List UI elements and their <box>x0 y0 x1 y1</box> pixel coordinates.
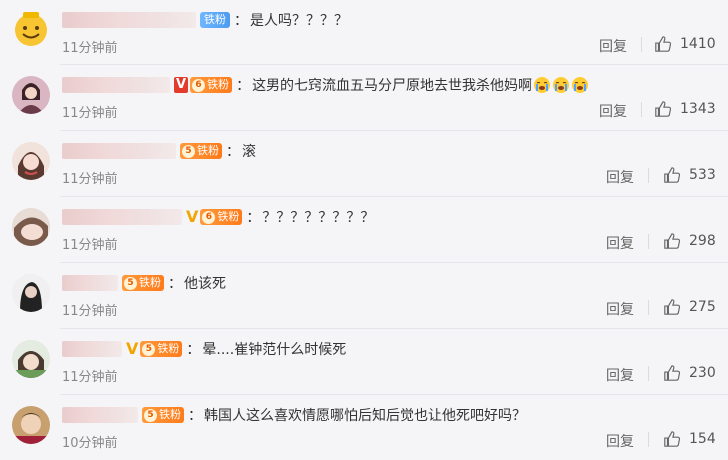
comment-time: 11分钟前 <box>62 370 118 385</box>
like-button[interactable]: 1410 <box>654 34 716 54</box>
vip-icon: V <box>126 339 139 358</box>
fan-badge: 5 铁粉 <box>140 341 183 357</box>
comment-time: 11分钟前 <box>62 304 118 319</box>
reply-button[interactable]: 回复 <box>606 233 634 253</box>
avatar[interactable] <box>12 208 50 246</box>
fan-badge: 5 铁粉 <box>142 407 184 423</box>
comment-time: 11分钟前 <box>62 238 118 253</box>
comment-item: V 6 铁粉 ： ？？？？？？？？ 11分钟前 回复 298 <box>0 197 728 262</box>
username-blurred[interactable] <box>62 143 176 159</box>
comment-line: V 5 铁粉 ： 晕....崔钟范什么时候死 <box>62 338 346 360</box>
fan-badge: 5 铁粉 <box>180 143 222 159</box>
reply-button[interactable]: 回复 <box>606 167 634 187</box>
like-count: 275 <box>689 299 716 315</box>
comment-item: 5 铁粉 ： 滚 11分钟前 回复 533 <box>0 131 728 196</box>
thumb-up-icon <box>664 167 681 183</box>
separator <box>641 37 642 52</box>
vip-icon: V <box>174 77 189 93</box>
separator <box>648 234 649 249</box>
comment-text: 韩国人这么喜欢情愿哪怕后知后觉也让他死吧好吗？ <box>204 408 526 424</box>
username-blurred[interactable] <box>62 209 182 225</box>
like-button[interactable]: 230 <box>663 363 716 383</box>
crying-face-icon <box>553 77 570 93</box>
comment-line: V 6 铁粉 ： ？？？？？？？？ <box>62 206 374 228</box>
username-blurred[interactable] <box>62 77 170 93</box>
reply-button[interactable]: 回复 <box>599 36 627 56</box>
comment-time: 10分钟前 <box>62 436 118 451</box>
avatar[interactable] <box>12 76 50 114</box>
comment-line: 5 铁粉 ： 滚 <box>62 140 256 162</box>
comment-item: V 5 铁粉 ： 晕....崔钟范什么时候死 11分钟前 回复 230 <box>0 329 728 394</box>
comment-time: 11分钟前 <box>62 106 118 121</box>
avatar[interactable] <box>12 142 50 180</box>
thumb-up-icon <box>664 299 681 315</box>
fan-badge: 5 铁粉 <box>122 275 164 291</box>
separator <box>648 432 649 447</box>
crying-face-icon <box>534 77 551 93</box>
reply-button[interactable]: 回复 <box>606 365 634 385</box>
separator <box>648 168 649 183</box>
crying-face-icon <box>572 77 589 93</box>
username-blurred[interactable] <box>62 275 118 291</box>
comment-text: 是人吗？？？？ <box>250 13 348 29</box>
avatar[interactable] <box>12 10 50 48</box>
smiley-avatar-icon <box>15 12 47 46</box>
like-count: 298 <box>689 233 716 249</box>
like-count: 154 <box>689 431 716 447</box>
avatar[interactable] <box>12 340 50 378</box>
comment-time: 11分钟前 <box>62 41 118 56</box>
like-button[interactable]: 154 <box>663 429 716 449</box>
comment-item: 5 铁粉 ： 韩国人这么喜欢情愿哪怕后知后觉也让他死吧好吗？ 10分钟前 回复 1… <box>0 395 728 460</box>
avatar[interactable] <box>12 274 50 312</box>
like-count: 1343 <box>680 101 716 117</box>
separator <box>648 300 649 315</box>
thumb-up-icon <box>664 365 681 381</box>
vip-icon: V <box>186 207 199 226</box>
comment-line: 5 铁粉 ： 韩国人这么喜欢情愿哪怕后知后觉也让他死吧好吗？ <box>62 404 526 426</box>
separator <box>648 366 649 381</box>
username-blurred[interactable] <box>62 12 196 28</box>
separator <box>641 102 642 117</box>
like-button[interactable]: 533 <box>663 165 716 185</box>
comment-text: 晕....崔钟范什么时候死 <box>202 342 347 358</box>
comment-text: 他该死 <box>184 276 226 292</box>
fan-badge: 6 铁粉 <box>190 77 233 93</box>
like-button[interactable]: 298 <box>663 231 716 251</box>
comment-time: 11分钟前 <box>62 172 118 187</box>
like-button[interactable]: 1343 <box>654 99 716 119</box>
comment-item: 5 铁粉 ： 他该死 11分钟前 回复 275 <box>0 263 728 328</box>
like-count: 1410 <box>680 36 716 52</box>
like-button[interactable]: 275 <box>663 297 716 317</box>
comment-line: 5 铁粉 ： 他该死 <box>62 272 226 294</box>
username-blurred[interactable] <box>62 341 122 357</box>
thumb-up-icon <box>655 36 672 52</box>
comment-text: ？？？？？？？？ <box>262 210 375 226</box>
like-count: 230 <box>689 365 716 381</box>
fan-badge: 铁粉 <box>200 12 230 28</box>
fan-badge: 6 铁粉 <box>200 209 243 225</box>
comment-text: 滚 <box>242 144 256 160</box>
like-count: 533 <box>689 167 716 183</box>
comment-item: 铁粉 ： 是人吗？？？？ 11分钟前 回复 1410 <box>0 0 728 65</box>
username-blurred[interactable] <box>62 407 138 423</box>
comment-text: 这男的七窍流血五马分尸原地去世我杀他妈啊 <box>252 78 533 94</box>
thumb-up-icon <box>664 431 681 447</box>
avatar[interactable] <box>12 406 50 444</box>
comment-line: 铁粉 ： 是人吗？？？？ <box>62 9 348 31</box>
reply-button[interactable]: 回复 <box>599 101 627 121</box>
reply-button[interactable]: 回复 <box>606 431 634 451</box>
thumb-up-icon <box>664 233 681 249</box>
comment-line: V 6 铁粉 ： 这男的七窍流血五马分尸原地去世我杀他妈啊 <box>62 74 589 96</box>
thumb-up-icon <box>655 101 672 117</box>
reply-button[interactable]: 回复 <box>606 299 634 319</box>
comment-list: 铁粉 ： 是人吗？？？？ 11分钟前 回复 1410 V 6 铁粉 ： 这男的七窍… <box>0 0 728 456</box>
comment-item: V 6 铁粉 ： 这男的七窍流血五马分尸原地去世我杀他妈啊 11分钟前 回复 13… <box>0 65 728 130</box>
